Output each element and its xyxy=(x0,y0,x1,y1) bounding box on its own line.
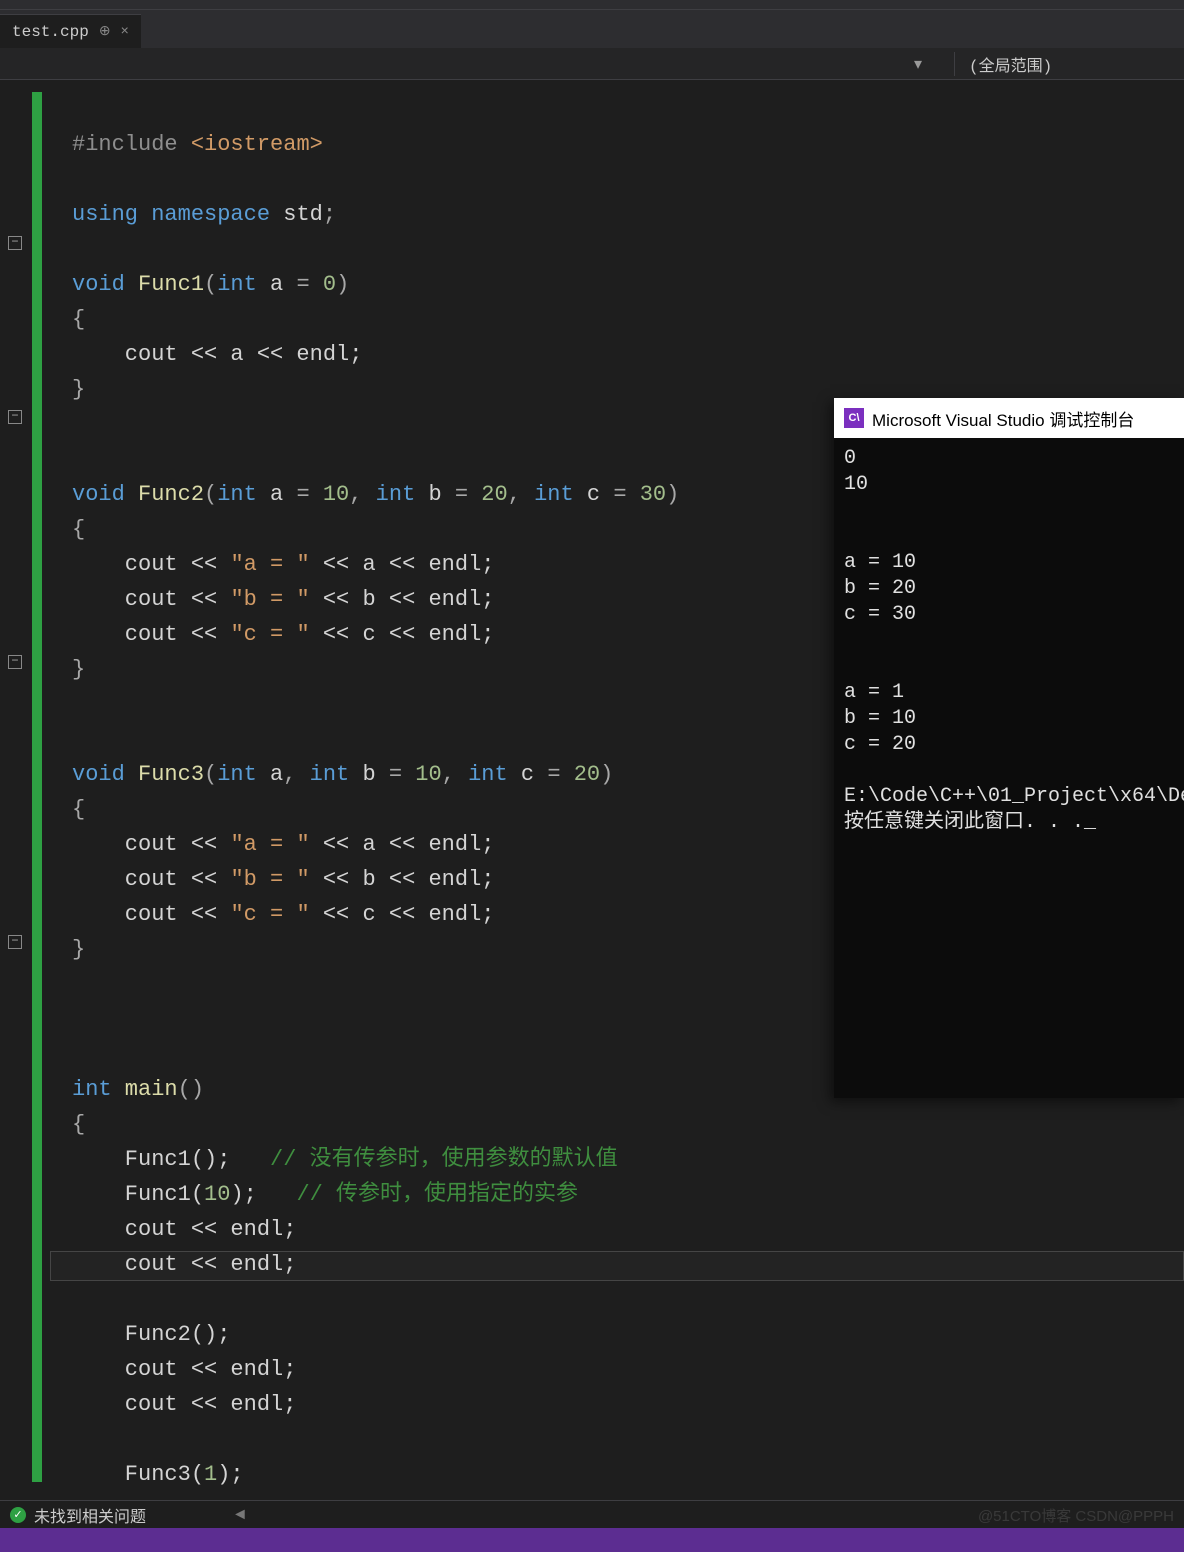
scope-left-dropdown[interactable]: ▾ xyxy=(0,54,954,74)
fold-toggle[interactable]: − xyxy=(8,410,22,424)
scope-global[interactable]: (全局范围) xyxy=(954,52,1184,76)
debug-console-window[interactable]: C\ Microsoft Visual Studio 调试控制台 0 10 a … xyxy=(834,398,1184,1098)
vs-icon: C\ xyxy=(844,408,864,428)
fold-toggle[interactable]: − xyxy=(8,935,22,949)
bottom-status-strip xyxy=(0,1528,1184,1552)
fold-toggle[interactable]: − xyxy=(8,655,22,669)
top-toolbar xyxy=(0,0,1184,10)
fold-toggle[interactable]: − xyxy=(8,236,22,250)
change-indicator xyxy=(32,92,42,1482)
status-ok-icon[interactable]: ✓ xyxy=(10,1507,26,1523)
tab-bar: test.cpp ⊕ × xyxy=(0,10,1184,48)
scope-bar: ▾ (全局范围) xyxy=(0,48,1184,80)
pin-icon[interactable]: ⊕ xyxy=(99,23,111,40)
console-titlebar[interactable]: C\ Microsoft Visual Studio 调试控制台 xyxy=(834,398,1184,438)
preproc: #include xyxy=(72,132,191,157)
console-output: 0 10 a = 10 b = 20 c = 30 a = 1 b = 10 c… xyxy=(834,438,1184,844)
panel-resize-icon[interactable]: ◄ xyxy=(232,1506,248,1524)
chevron-down-icon: ▾ xyxy=(914,54,922,74)
tab-filename: test.cpp xyxy=(12,23,89,41)
console-title-text: Microsoft Visual Studio 调试控制台 xyxy=(872,406,1134,431)
status-message: 未找到相关问题 xyxy=(34,1503,146,1527)
file-tab[interactable]: test.cpp ⊕ × xyxy=(0,14,141,48)
close-icon[interactable]: × xyxy=(121,24,129,40)
watermark: @51CTO博客 CSDN@PPPH xyxy=(978,1505,1174,1526)
